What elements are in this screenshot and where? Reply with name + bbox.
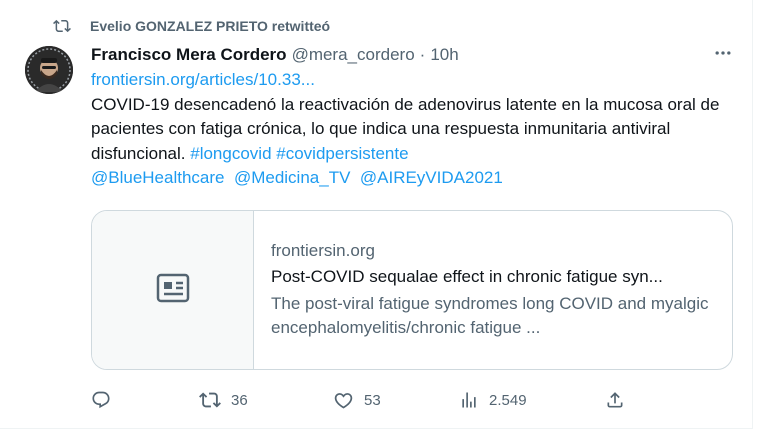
retweet-context[interactable]: Evelio GONZALEZ PRIETO retwitteó [52,16,330,36]
article-icon [156,273,190,308]
retweet-action-icon [199,389,221,411]
like-button[interactable]: 53 [333,390,459,411]
share-icon [605,390,625,410]
retweet-icon [52,16,72,36]
card-thumbnail [92,211,254,369]
tweet-actions: 36 53 2.549 [91,387,731,413]
more-icon [713,43,733,68]
tweet-time[interactable]: 10h [430,45,458,65]
views-button[interactable]: 2.549 [459,390,605,410]
article-link[interactable]: frontiersin.org/articles/10.33... [91,70,315,89]
hashtag-covidpersistente[interactable]: #covidpersistente [276,144,408,163]
author-handle[interactable]: @mera_cordero [292,45,415,65]
share-button[interactable] [605,390,625,410]
tweet-container[interactable]: Evelio GONZALEZ PRIETO retwitteó Francis… [0,0,753,429]
avatar[interactable] [25,46,73,94]
card-title: Post-COVID sequalae effect in chronic fa… [271,267,663,286]
hashtag-longcovid[interactable]: #longcovid [190,144,271,163]
mention-bluehealthcare[interactable]: @BlueHealthcare [91,168,225,187]
card-description: The post-viral fatigue syndromes long CO… [271,294,709,337]
card-domain: frontiersin.org [271,241,375,260]
card-text: frontiersin.org Post-COVID sequalae effe… [254,211,731,369]
tweet-header: Francisco Mera Cordero @mera_cordero · 1… [91,44,459,66]
reply-icon [91,390,111,410]
heart-icon [333,390,354,411]
mention-aireyvida2021[interactable]: @AIREyVIDA2021 [360,168,503,187]
like-count: 53 [364,391,381,409]
tweet-text: frontiersin.org/articles/10.33... COVID-… [91,68,741,191]
mention-medicina-tv[interactable]: @Medicina_TV [234,168,350,187]
reply-button[interactable] [91,390,199,410]
retweet-button[interactable]: 36 [199,389,333,411]
link-preview-card[interactable]: frontiersin.org Post-COVID sequalae effe… [91,210,733,370]
retweet-label: Evelio GONZALEZ PRIETO retwitteó [90,18,331,34]
views-icon [459,390,479,410]
retweet-count: 36 [231,391,248,409]
views-count: 2.549 [489,391,527,409]
separator-dot: · [419,45,426,64]
author-name[interactable]: Francisco Mera Cordero [91,45,287,65]
more-options-button[interactable] [710,44,736,66]
